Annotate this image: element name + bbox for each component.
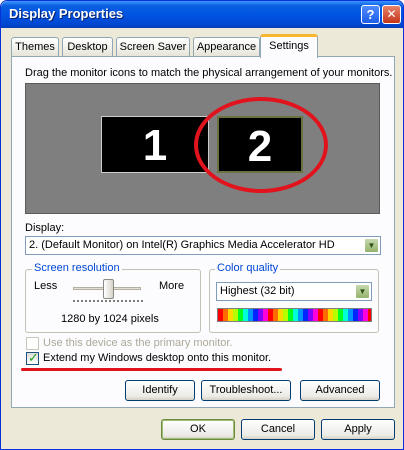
- display-select[interactable]: 2. (Default Monitor) on Intel(R) Graphic…: [25, 236, 381, 255]
- close-button[interactable]: ✕: [382, 5, 401, 24]
- window-title: Display Properties: [9, 6, 124, 21]
- resolution-more-label: More: [159, 280, 185, 292]
- checkmark-icon: ✓: [28, 350, 39, 365]
- apply-button[interactable]: Apply: [321, 419, 395, 440]
- screen-resolution-title: Screen resolution: [32, 262, 122, 274]
- red-underline-annotation: [21, 368, 282, 371]
- display-select-value: 2. (Default Monitor) on Intel(R) Graphic…: [29, 239, 335, 251]
- color-quality-title: Color quality: [215, 262, 281, 274]
- cancel-button[interactable]: Cancel: [241, 419, 315, 440]
- identify-button[interactable]: Identify: [125, 380, 195, 401]
- red-circle-annotation: [194, 97, 328, 193]
- title-bar[interactable]: Display Properties ? ✕: [1, 1, 403, 28]
- color-quality-select[interactable]: Highest (32 bit) ▼: [216, 282, 372, 301]
- tab-appearance[interactable]: Appearance: [193, 37, 260, 57]
- monitor-1-icon[interactable]: 1: [101, 116, 209, 173]
- chevron-down-icon[interactable]: ▼: [364, 238, 379, 253]
- resolution-slider-ticks: [73, 300, 143, 303]
- extend-desktop-checkbox[interactable]: ✓: [26, 350, 39, 365]
- advanced-button[interactable]: Advanced: [300, 380, 380, 401]
- primary-monitor-label: Use this device as the primary monitor.: [43, 337, 233, 349]
- display-label: Display:: [25, 222, 65, 234]
- help-button[interactable]: ?: [361, 5, 380, 24]
- primary-monitor-checkbox[interactable]: [26, 337, 39, 350]
- color-quality-value: Highest (32 bit): [220, 285, 295, 297]
- color-palette-bar: [217, 308, 372, 322]
- troubleshoot-button[interactable]: Troubleshoot...: [201, 380, 291, 401]
- tab-themes[interactable]: Themes: [11, 37, 59, 57]
- extend-desktop-label[interactable]: Extend my Windows desktop onto this moni…: [43, 352, 271, 364]
- ok-button[interactable]: OK: [161, 419, 235, 440]
- tab-desktop[interactable]: Desktop: [62, 37, 113, 57]
- resolution-slider-thumb[interactable]: [103, 279, 114, 299]
- color-quality-group: [209, 269, 379, 333]
- tab-settings[interactable]: Settings: [260, 34, 318, 58]
- resolution-value: 1280 by 1024 pixels: [61, 313, 159, 325]
- tab-screen-saver[interactable]: Screen Saver: [116, 37, 190, 57]
- chevron-down-icon[interactable]: ▼: [355, 284, 370, 299]
- resolution-less-label: Less: [34, 280, 58, 292]
- display-properties-window: Display Properties ? ✕ Themes Desktop Sc…: [0, 0, 404, 450]
- instruction-text: Drag the monitor icons to match the phys…: [25, 67, 393, 79]
